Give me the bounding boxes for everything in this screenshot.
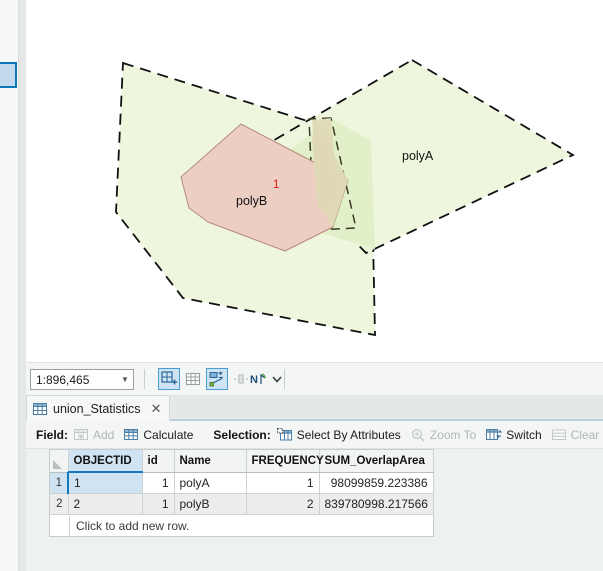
modify-features-tool[interactable]: [206, 368, 228, 390]
cell-name[interactable]: polyB: [174, 493, 247, 515]
field-group-label: Field:: [36, 427, 68, 442]
add-row-gutter: [50, 515, 70, 536]
switch-selection-icon: [486, 428, 503, 442]
calculate-field-label: Calculate: [143, 427, 194, 442]
calculate-field-button[interactable]: Calculate: [124, 428, 193, 442]
clear-selection-icon: [551, 428, 567, 442]
toolbar-separator: [144, 369, 145, 389]
table-icon: [33, 402, 47, 416]
add-field-icon: [74, 428, 89, 442]
zoom-to-label: Zoom To: [429, 427, 477, 442]
attribute-grid-wrapper: OBJECTID id Name FREQUENCY SUM_OverlapAr…: [29, 449, 600, 569]
selection-group-label: Selection:: [213, 427, 271, 442]
table-row[interactable]: 1 1 1 polyA 1 98099859.223386: [50, 472, 434, 494]
close-icon[interactable]: ✕: [151, 402, 162, 415]
column-header-objectid[interactable]: OBJECTID: [68, 450, 143, 473]
column-header-id[interactable]: id: [142, 450, 175, 473]
clear-selection-button[interactable]: Clear: [551, 427, 600, 442]
grid-header-row: OBJECTID id Name FREQUENCY SUM_OverlapAr…: [50, 450, 434, 473]
column-header-frequency[interactable]: FREQUENCY: [246, 450, 324, 473]
attribute-table-pane: union_Statistics ✕ Field: Add Calculate …: [26, 395, 603, 571]
cell-objectid[interactable]: 2: [68, 493, 143, 515]
arcgis-pro-window: polyA polyB 1 1:896,465 ▼ N union_Statis…: [0, 0, 603, 571]
table-toolbar: Field: Add Calculate Selection: Select B…: [26, 421, 603, 449]
map-canvas[interactable]: polyA polyB 1: [26, 0, 603, 362]
select-by-attributes-icon: [276, 427, 293, 442]
cell-sum-overlaparea[interactable]: 98099859.223386: [319, 472, 434, 494]
add-row-label: Click to add new row.: [76, 518, 190, 533]
column-header-name[interactable]: Name: [174, 450, 247, 473]
cell-id[interactable]: 1: [142, 493, 175, 515]
select-by-attributes-label: Select By Attributes: [296, 427, 401, 442]
grid-corner-select-all[interactable]: [50, 450, 69, 473]
map-scale-value: 1:896,465: [36, 372, 90, 387]
map-label-polyb: polyB: [236, 194, 268, 208]
clear-selection-label: Clear: [570, 427, 600, 442]
cell-objectid[interactable]: 1: [68, 472, 143, 494]
row-selector[interactable]: 2: [50, 493, 69, 515]
create-features-tool[interactable]: [158, 368, 180, 390]
cell-frequency[interactable]: 2: [246, 493, 320, 515]
attribute-grid[interactable]: OBJECTID id Name FREQUENCY SUM_OverlapAr…: [49, 449, 434, 516]
table-tab-label: union_Statistics: [53, 401, 141, 416]
cell-frequency[interactable]: 1: [246, 472, 320, 494]
attribute-table-tool[interactable]: [182, 368, 204, 390]
row-selector[interactable]: 1: [50, 472, 69, 494]
map-scale-combobox[interactable]: 1:896,465 ▼: [30, 369, 134, 390]
zoom-to-button[interactable]: Zoom To: [411, 428, 476, 442]
collapsed-panel-tab[interactable]: [0, 62, 17, 88]
table-tab-union-statistics[interactable]: union_Statistics ✕: [26, 395, 171, 421]
add-field-label: Add: [93, 427, 115, 442]
calculate-field-icon: [124, 428, 139, 442]
map-label-polya: polyA: [402, 149, 434, 163]
column-header-sum-overlaparea[interactable]: SUM_OverlapArea: [319, 450, 434, 473]
svg-text:N: N: [250, 374, 258, 386]
select-by-attributes-button[interactable]: Select By Attributes: [276, 427, 401, 442]
map-graphics: [115, 58, 575, 337]
map-label-overlap-count: 1: [273, 179, 280, 191]
map-status-bar: 1:896,465 ▼ N: [26, 362, 603, 395]
switch-selection-button[interactable]: Switch: [486, 427, 542, 442]
cell-name[interactable]: polyA: [174, 472, 247, 494]
add-new-row[interactable]: Click to add new row.: [49, 515, 434, 537]
table-tab-strip: union_Statistics ✕: [26, 395, 603, 421]
add-field-button[interactable]: Add: [74, 428, 114, 442]
select-all-triangle-icon: [53, 459, 62, 469]
zoom-to-icon: [411, 428, 426, 442]
chevron-down-icon[interactable]: ▼: [117, 370, 133, 389]
table-row[interactable]: 2 2 1 polyB 2 839780998.217566: [50, 493, 434, 515]
cell-sum-overlaparea[interactable]: 839780998.217566: [319, 493, 434, 515]
toolbar-separator-2: [284, 369, 285, 389]
left-strip-gap: [19, 0, 26, 571]
cell-id[interactable]: 1: [142, 472, 175, 494]
switch-selection-label: Switch: [506, 427, 542, 442]
